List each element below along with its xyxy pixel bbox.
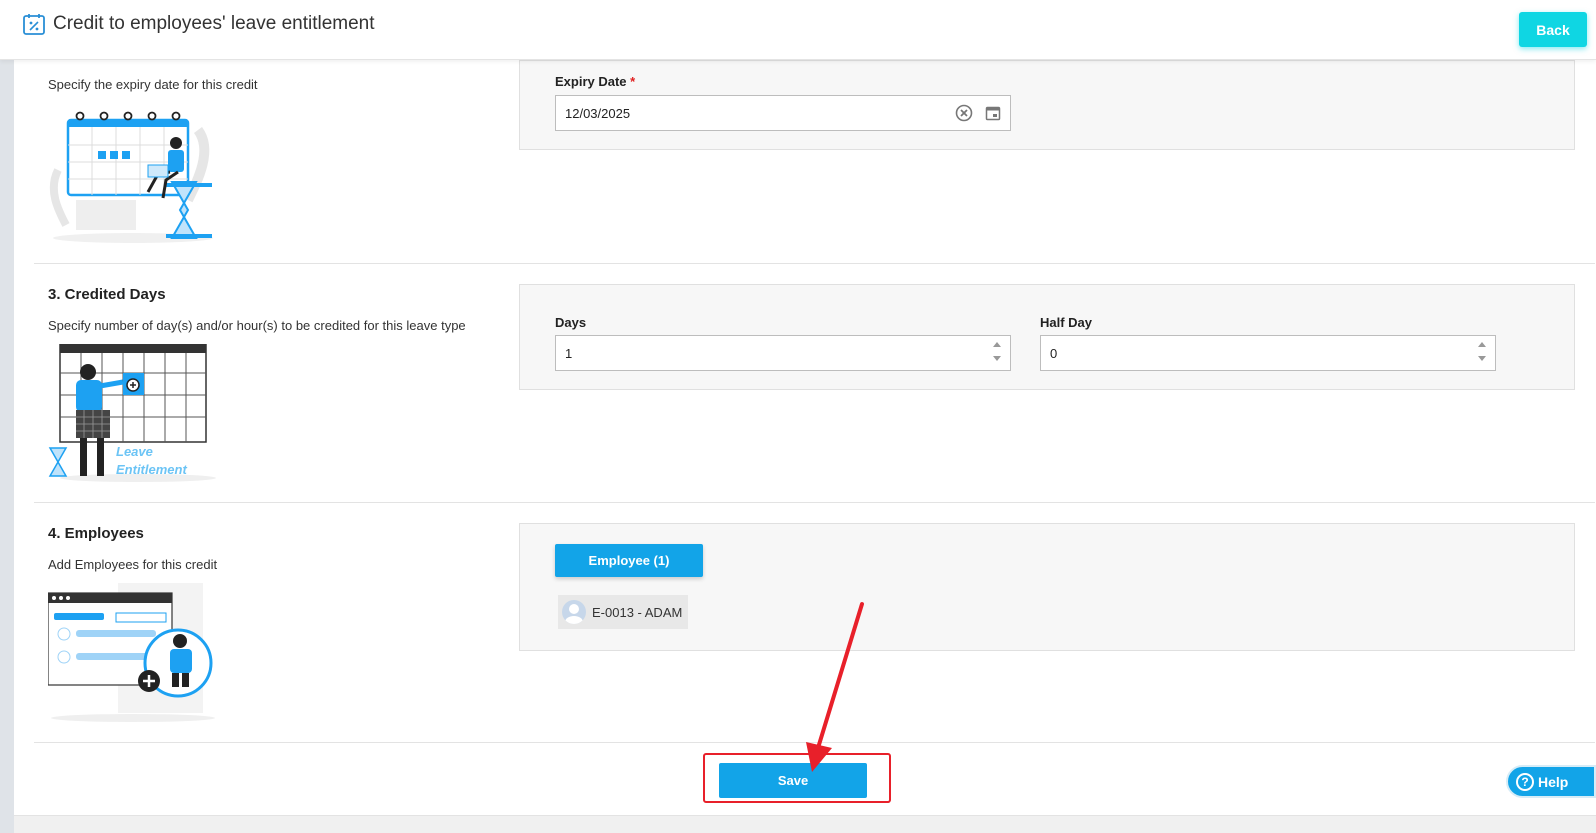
clear-icon[interactable]	[955, 104, 973, 122]
days-stepper[interactable]	[992, 340, 1002, 366]
required-mark: *	[630, 74, 636, 89]
employee-chip-label: E-0013 - ADAM	[592, 604, 683, 620]
illustration-text-leave: Leave	[116, 444, 153, 459]
help-icon: ?	[1516, 772, 1534, 791]
section-description: Add Employees for this credit	[48, 557, 218, 572]
section-title: 4. Employees	[48, 525, 144, 542]
halfday-label: Half Day	[1040, 315, 1093, 330]
leave-entitlement-illustration: Leave Entitlement	[48, 344, 216, 482]
left-rail	[0, 60, 14, 833]
halfday-stepper[interactable]	[1477, 340, 1487, 366]
page-header: Credit to employees' leave entitlement B…	[0, 0, 1596, 60]
days-input[interactable]: 1	[555, 335, 1011, 371]
bottom-strip	[14, 815, 1596, 833]
expiry-panel: Expiry Date * 12/03/2025	[519, 60, 1575, 150]
back-button[interactable]: Back	[1519, 12, 1587, 47]
halfday-value: 0	[1050, 345, 1058, 361]
credited-days-panel: Days 1 Half Day 0	[519, 284, 1575, 390]
expiry-date-input[interactable]: 12/03/2025	[555, 95, 1011, 131]
calendar-icon[interactable]	[985, 105, 1001, 121]
expiry-date-label: Expiry Date *	[555, 74, 635, 89]
employee-button[interactable]: Employee (1)	[555, 544, 703, 577]
help-label: Help	[1538, 773, 1569, 790]
calendar-illustration	[49, 111, 213, 243]
form-content: Specify the expiry date for this credit	[14, 60, 1596, 816]
section-title: 3. Credited Days	[48, 286, 166, 303]
employees-illustration	[48, 583, 215, 722]
save-button[interactable]: Save	[719, 763, 867, 798]
illustration-text-entitlement: Entitlement	[116, 462, 187, 477]
section-description: Specify the expiry date for this credit	[48, 77, 258, 92]
avatar	[562, 600, 586, 624]
section-description: Specify number of day(s) and/or hour(s) …	[48, 318, 466, 333]
page-title: Credit to employees' leave entitlement	[53, 13, 375, 34]
expiry-date-value: 12/03/2025	[565, 105, 631, 121]
employees-panel: Employee (1) E-0013 - ADAM	[519, 523, 1575, 651]
days-value: 1	[565, 345, 573, 361]
help-button[interactable]: ? Help	[1506, 765, 1596, 798]
employee-chip[interactable]: E-0013 - ADAM	[558, 595, 689, 629]
calendar-percent-icon	[23, 14, 45, 35]
user-icon	[565, 604, 583, 624]
expiry-date-label-text: Expiry Date	[555, 74, 627, 89]
days-label: Days	[555, 315, 587, 330]
halfday-input[interactable]: 0	[1040, 335, 1496, 371]
